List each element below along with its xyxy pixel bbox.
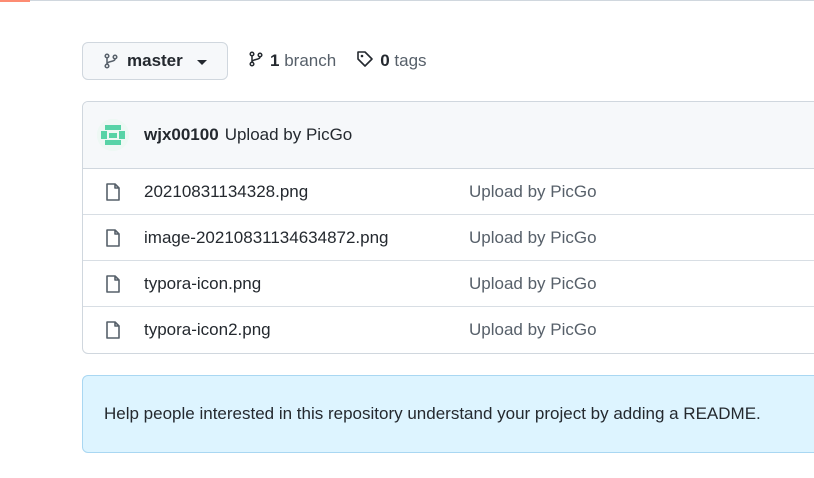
file-icon [105,229,121,252]
table-row[interactable]: typora-icon2.png Upload by PicGo [83,307,814,353]
table-row[interactable]: image-20210831134634872.png Upload by Pi… [83,215,814,261]
chevron-down-icon [196,60,207,65]
file-icon [105,275,121,298]
file-commit-message[interactable]: Upload by PicGo [469,274,597,294]
tag-label: tags [394,51,427,70]
file-name[interactable]: 20210831134328.png [144,182,308,202]
readme-notice-text: Help people interested in this repositor… [104,404,761,423]
branch-toolbar: master 1 branch 0 tags [82,41,427,81]
commit-message[interactable]: Upload by PicGo [225,125,353,145]
file-name[interactable]: typora-icon2.png [144,320,271,340]
file-name[interactable]: typora-icon.png [144,274,261,294]
active-tab-underline [0,0,30,2]
file-list: wjx00100 Upload by PicGo 20210831134328.… [82,101,814,354]
branches-link[interactable]: 1 branch [248,50,337,72]
file-icon [105,183,121,206]
branch-select-button[interactable]: master [82,42,228,80]
file-name[interactable]: image-20210831134634872.png [144,228,389,248]
branch-count: 1 [270,51,280,70]
table-row[interactable]: typora-icon.png Upload by PicGo [83,261,814,307]
header-divider [30,0,814,1]
commit-author[interactable]: wjx00100 [144,125,219,145]
file-commit-message[interactable]: Upload by PicGo [469,228,597,248]
file-icon [105,321,121,344]
git-branch-icon [248,50,264,72]
tags-link[interactable]: 0 tags [356,50,427,73]
avatar[interactable] [97,119,129,151]
branch-name: master [127,51,183,70]
table-row[interactable]: 20210831134328.png Upload by PicGo [83,169,814,215]
branch-label: branch [284,51,337,70]
tag-count: 0 [380,51,390,70]
git-branch-icon [103,53,119,69]
file-commit-message[interactable]: Upload by PicGo [469,182,597,202]
file-commit-message[interactable]: Upload by PicGo [469,320,597,340]
latest-commit-header: wjx00100 Upload by PicGo [83,102,814,169]
readme-notice: Help people interested in this repositor… [82,375,814,453]
tag-icon [356,50,374,73]
